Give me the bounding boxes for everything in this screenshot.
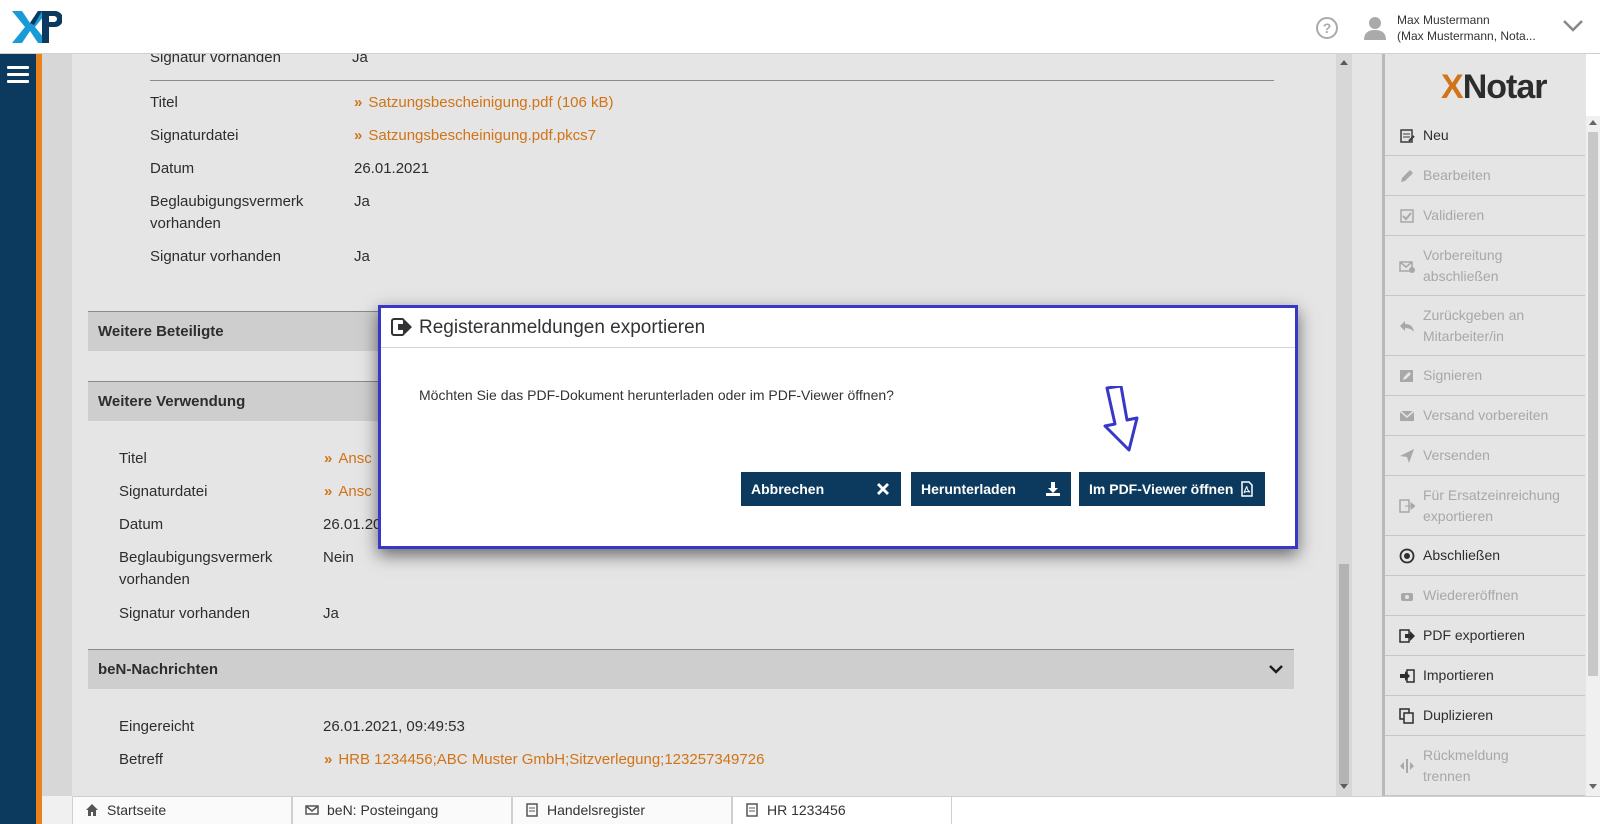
document-icon bbox=[526, 803, 538, 817]
dialog-header: Registeranmeldungen exportieren bbox=[381, 308, 1295, 348]
left-nav bbox=[0, 54, 36, 824]
top-header: ? Max Mustermann (Max Mustermann, Nota..… bbox=[0, 0, 1600, 54]
dialog-message: Möchten Sie das PDF-Dokument herunterlad… bbox=[419, 387, 894, 403]
scroll-up-icon[interactable] bbox=[1589, 120, 1597, 125]
tab-ben-posteingang[interactable]: beN: Posteingang bbox=[292, 797, 512, 824]
download-button[interactable]: Herunterladen bbox=[911, 472, 1071, 506]
xp-logo[interactable] bbox=[12, 9, 62, 43]
user-menu[interactable]: Max Mustermann (Max Mustermann, Nota... bbox=[1397, 12, 1547, 44]
scrollbar-thumb[interactable] bbox=[1588, 132, 1598, 676]
document-icon bbox=[746, 803, 758, 817]
button-label: Herunterladen bbox=[921, 481, 1016, 497]
chevron-down-icon[interactable] bbox=[1562, 18, 1584, 34]
arrow-down-icon bbox=[1103, 386, 1139, 452]
dialog-title: Registeranmeldungen exportieren bbox=[419, 317, 706, 338]
envelope-icon bbox=[305, 805, 319, 815]
user-role-label: (Max Mustermann, Nota... bbox=[1397, 29, 1536, 43]
hamburger-menu-icon[interactable] bbox=[7, 66, 29, 84]
tab-label: Handelsregister bbox=[547, 802, 646, 818]
tab-label: beN: Posteingang bbox=[327, 802, 439, 818]
tab-label: Startseite bbox=[107, 802, 167, 818]
user-name-label: Max Mustermann bbox=[1397, 13, 1490, 27]
user-icon bbox=[1364, 17, 1386, 40]
tab-hr-1233456[interactable]: HR 1233456 bbox=[732, 797, 952, 824]
pdf-file-icon bbox=[1241, 481, 1253, 497]
bottom-tab-bar: Startseite beN: Posteingang Handelsregis… bbox=[72, 796, 1600, 824]
export-icon bbox=[391, 318, 412, 336]
tab-handelsregister[interactable]: Handelsregister bbox=[512, 797, 732, 824]
scroll-down-icon[interactable] bbox=[1589, 784, 1597, 789]
download-icon bbox=[1046, 482, 1060, 496]
help-icon[interactable]: ? bbox=[1316, 17, 1338, 39]
button-label: Abbrechen bbox=[751, 481, 825, 497]
sidebar-scrollbar[interactable] bbox=[1586, 116, 1600, 796]
button-label: Im PDF-Viewer öffnen bbox=[1089, 481, 1234, 497]
close-icon bbox=[877, 483, 889, 495]
cancel-button[interactable]: Abbrechen bbox=[741, 472, 901, 506]
tab-label: HR 1233456 bbox=[767, 802, 846, 818]
open-pdf-viewer-button[interactable]: Im PDF-Viewer öffnen bbox=[1079, 472, 1265, 506]
export-dialog: Registeranmeldungen exportieren Möchten … bbox=[378, 305, 1298, 549]
home-icon bbox=[86, 804, 98, 816]
tab-startseite[interactable]: Startseite bbox=[72, 797, 292, 824]
